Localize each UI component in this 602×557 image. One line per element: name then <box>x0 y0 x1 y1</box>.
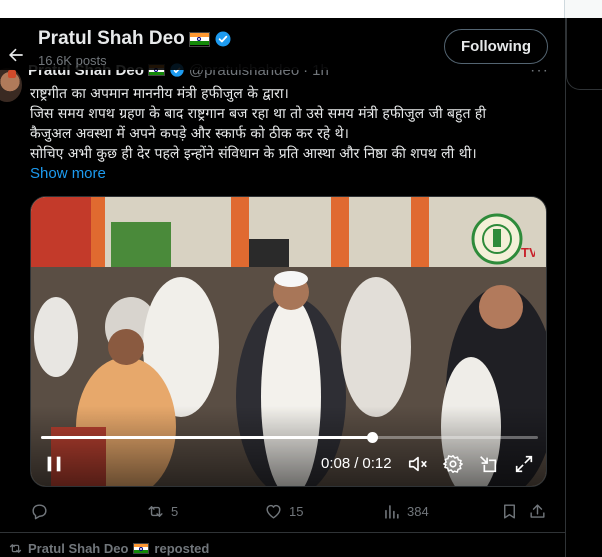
india-flag-icon <box>188 31 210 47</box>
like-count: 15 <box>289 503 304 519</box>
show-more-link[interactable]: Show more <box>30 165 106 182</box>
share-icon <box>530 503 545 518</box>
view-count: 384 <box>407 503 429 519</box>
bookmark-button[interactable] <box>500 496 519 526</box>
video-progress-fill <box>41 436 373 439</box>
reply-icon <box>32 503 47 519</box>
video-progress-bar[interactable] <box>41 432 538 443</box>
video-time-separator: / <box>354 455 359 472</box>
pause-icon[interactable] <box>43 453 65 475</box>
video-controls-shade <box>31 406 546 486</box>
post-text-line: राष्ट्रगीत का अपमान माननीय मंत्री हफीजुल… <box>30 86 289 102</box>
reposted-by-name[interactable]: Pratul Shah Deo <box>28 541 128 556</box>
top-strip-panel <box>564 0 602 18</box>
views-chart-icon <box>385 504 399 519</box>
verified-badge-icon <box>215 31 231 47</box>
heart-icon <box>266 504 281 519</box>
mute-icon[interactable] <box>407 453 429 475</box>
settings-icon[interactable] <box>442 453 464 475</box>
back-arrow-icon[interactable] <box>6 45 26 65</box>
repost-icon <box>9 544 22 553</box>
timeline-divider <box>565 18 566 557</box>
views-button[interactable]: 384 <box>382 496 429 526</box>
channel-logo-icon: TV <box>471 213 535 265</box>
following-button[interactable]: Following <box>444 29 548 64</box>
repost-icon <box>148 505 163 517</box>
video-time: 0:08 / 0:12 <box>321 455 392 472</box>
share-button[interactable] <box>528 496 547 526</box>
profile-header: Pratul Shah Deo 16.6K posts Following <box>0 18 565 70</box>
repost-indicator: Pratul Shah Deo reposted <box>8 541 209 556</box>
profile-name-text: Pratul Shah Deo <box>38 28 185 49</box>
post-text-line: कैजुअल अवस्था में अपने कपड़े और स्कार्फ … <box>30 126 349 142</box>
browser-top-strip <box>0 0 602 18</box>
bookmark-icon <box>504 503 515 519</box>
right-sidebar-box <box>566 18 602 90</box>
fullscreen-icon[interactable] <box>513 453 535 475</box>
india-flag-icon <box>133 543 150 554</box>
minimize-icon[interactable] <box>477 453 499 475</box>
repost-count: 5 <box>171 503 179 519</box>
video-duration: 0:12 <box>362 455 392 472</box>
post-action-bar: 5 15 384 <box>0 496 565 526</box>
post-separator <box>0 532 565 533</box>
reply-button[interactable] <box>30 496 55 526</box>
post-text-line: सोचिए अभी कुछ ही देर पहले इन्होंने संविध… <box>30 146 477 162</box>
profile-name: Pratul Shah Deo <box>38 28 232 50</box>
reposted-label: reposted <box>154 541 210 556</box>
profile-post-count: 16.6K posts <box>38 53 107 68</box>
post-text: राष्ट्रगीत का अपमान माननीय मंत्री हफीजुल… <box>30 84 550 164</box>
right-sidebar <box>566 18 602 557</box>
video-player[interactable]: TV 0:08 / 0:12 <box>30 196 547 487</box>
video-current-time: 0:08 <box>321 455 351 472</box>
post-text-line: जिस समय शपथ ग्रहण के बाद राष्ट्रगान बज र… <box>30 106 486 122</box>
avatar-badge <box>8 70 16 78</box>
repost-button[interactable]: 5 <box>146 496 178 526</box>
channel-logo-text: TV <box>521 245 535 260</box>
like-button[interactable]: 15 <box>264 496 303 526</box>
